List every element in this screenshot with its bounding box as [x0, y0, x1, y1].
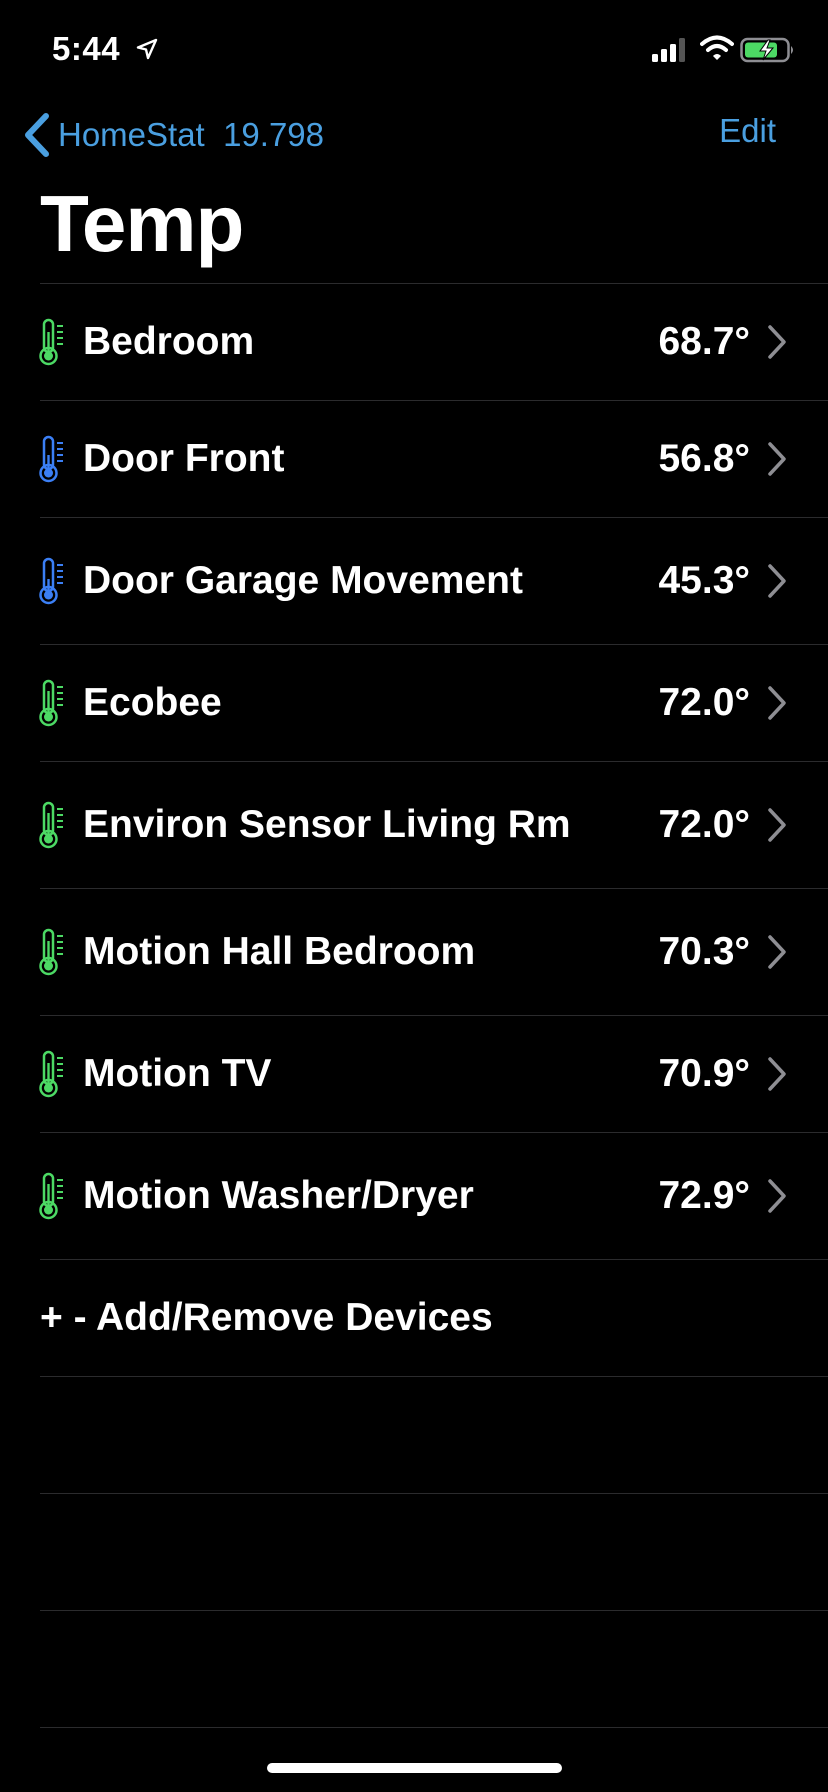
thermometer-icon	[39, 801, 63, 849]
device-row-ecobee[interactable]: Ecobee 72.0°	[0, 645, 828, 761]
cellular-signal-icon	[652, 38, 685, 62]
empty-row	[0, 1611, 828, 1727]
wifi-icon	[700, 35, 734, 60]
chevron-right-icon	[768, 808, 786, 842]
status-bar: 5:44	[0, 0, 828, 100]
device-row-door-garage-movement[interactable]: Door Garage Movement 45.3°	[0, 518, 828, 644]
thermometer-icon	[39, 1050, 63, 1098]
edit-button[interactable]: Edit	[719, 112, 776, 150]
page-title: Temp	[40, 179, 244, 268]
device-name: Environ Sensor Living Rm	[83, 803, 571, 846]
device-name: Ecobee	[83, 681, 222, 724]
add-remove-devices-button[interactable]: + - Add/Remove Devices	[0, 1260, 828, 1376]
device-name: Motion TV	[83, 1052, 272, 1095]
device-temperature: 70.3°	[658, 930, 750, 973]
device-row-bedroom[interactable]: Bedroom 68.7°	[0, 284, 828, 400]
chevron-right-icon	[768, 935, 786, 969]
device-temperature: 56.8°	[658, 437, 750, 480]
empty-row	[0, 1377, 828, 1493]
battery-charging-icon	[740, 37, 793, 63]
device-row-motion-tv[interactable]: Motion TV 70.9°	[0, 1016, 828, 1132]
thermometer-icon	[39, 435, 63, 483]
chevron-right-icon	[768, 686, 786, 720]
device-name: Motion Hall Bedroom	[83, 930, 476, 973]
back-button[interactable]: HomeStat 19.798	[22, 110, 324, 160]
device-row-motion-hall-bedroom[interactable]: Motion Hall Bedroom 70.3°	[0, 889, 828, 1015]
device-name: Door Garage Movement	[83, 559, 523, 602]
chevron-right-icon	[768, 1057, 786, 1091]
home-indicator[interactable]	[267, 1763, 562, 1773]
device-row-environ-sensor-living-rm[interactable]: Environ Sensor Living Rm 72.0°	[0, 762, 828, 888]
device-list: Bedroom 68.7° Door Front 56.8° Door Gara…	[0, 283, 828, 1728]
chevron-right-icon	[768, 1179, 786, 1213]
thermometer-icon	[39, 318, 63, 366]
device-temperature: 45.3°	[658, 559, 750, 602]
navigation-bar: HomeStat 19.798 Edit	[0, 100, 828, 180]
add-remove-devices-label: + - Add/Remove Devices	[40, 1296, 493, 1339]
list-separator	[40, 1727, 828, 1728]
chevron-left-icon	[25, 113, 49, 157]
device-name: Door Front	[83, 437, 285, 480]
device-temperature: 72.9°	[658, 1174, 750, 1217]
device-temperature: 72.0°	[658, 803, 750, 846]
thermometer-icon	[39, 928, 63, 976]
chevron-right-icon	[768, 564, 786, 598]
device-name: Motion Washer/Dryer	[83, 1174, 474, 1217]
device-row-door-front[interactable]: Door Front 56.8°	[0, 401, 828, 517]
device-temperature: 70.9°	[658, 1052, 750, 1095]
device-temperature: 68.7°	[658, 320, 750, 363]
status-time: 5:44	[52, 30, 121, 67]
chevron-right-icon	[768, 442, 786, 476]
location-arrow-icon	[136, 38, 158, 60]
empty-row	[0, 1494, 828, 1610]
back-button-label: HomeStat 19.798	[58, 116, 324, 153]
device-row-motion-washer-dryer[interactable]: Motion Washer/Dryer 72.9°	[0, 1133, 828, 1259]
device-name: Bedroom	[83, 320, 255, 363]
chevron-right-icon	[768, 325, 786, 359]
thermometer-icon	[39, 679, 63, 727]
thermometer-icon	[39, 557, 63, 605]
thermometer-icon	[39, 1172, 63, 1220]
device-temperature: 72.0°	[658, 681, 750, 724]
